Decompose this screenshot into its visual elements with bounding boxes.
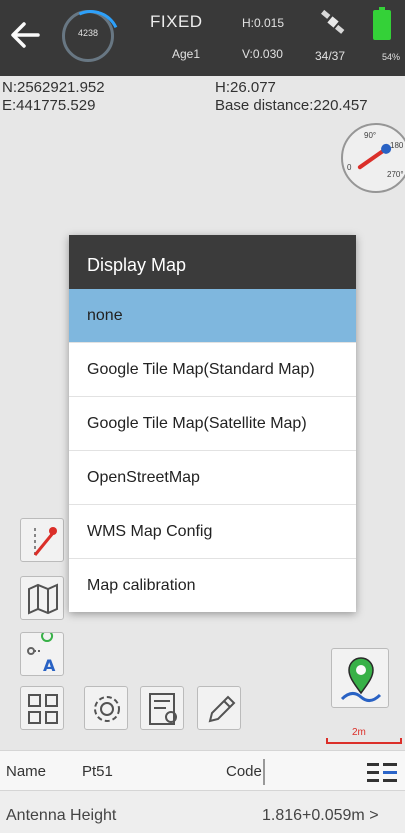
point-name-bar: Name Pt51 Code [0, 750, 405, 790]
name-input[interactable]: Pt51 [82, 763, 113, 780]
antenna-height-label: Antenna Height [6, 807, 117, 824]
map-option-wms-config[interactable]: WMS Map Config [69, 505, 356, 559]
map-option-openstreetmap[interactable]: OpenStreetMap [69, 451, 356, 505]
name-label: Name [6, 763, 47, 780]
map-option-google-standard[interactable]: Google Tile Map(Standard Map) [69, 343, 356, 397]
list-menu-icon[interactable] [365, 760, 399, 784]
antenna-height-value: 1.816+0.059m > [262, 807, 379, 824]
map-option-none[interactable]: none [69, 289, 356, 343]
code-label: Code [226, 763, 262, 780]
map-option-google-satellite[interactable]: Google Tile Map(Satellite Map) [69, 397, 356, 451]
display-map-dialog: Display Map none Google Tile Map(Standar… [69, 235, 356, 612]
code-input[interactable] [263, 759, 265, 785]
antenna-height-row[interactable]: Antenna Height 1.816+0.059m > [0, 790, 405, 833]
map-option-calibration[interactable]: Map calibration [69, 559, 356, 612]
dialog-title: Display Map [69, 235, 356, 289]
